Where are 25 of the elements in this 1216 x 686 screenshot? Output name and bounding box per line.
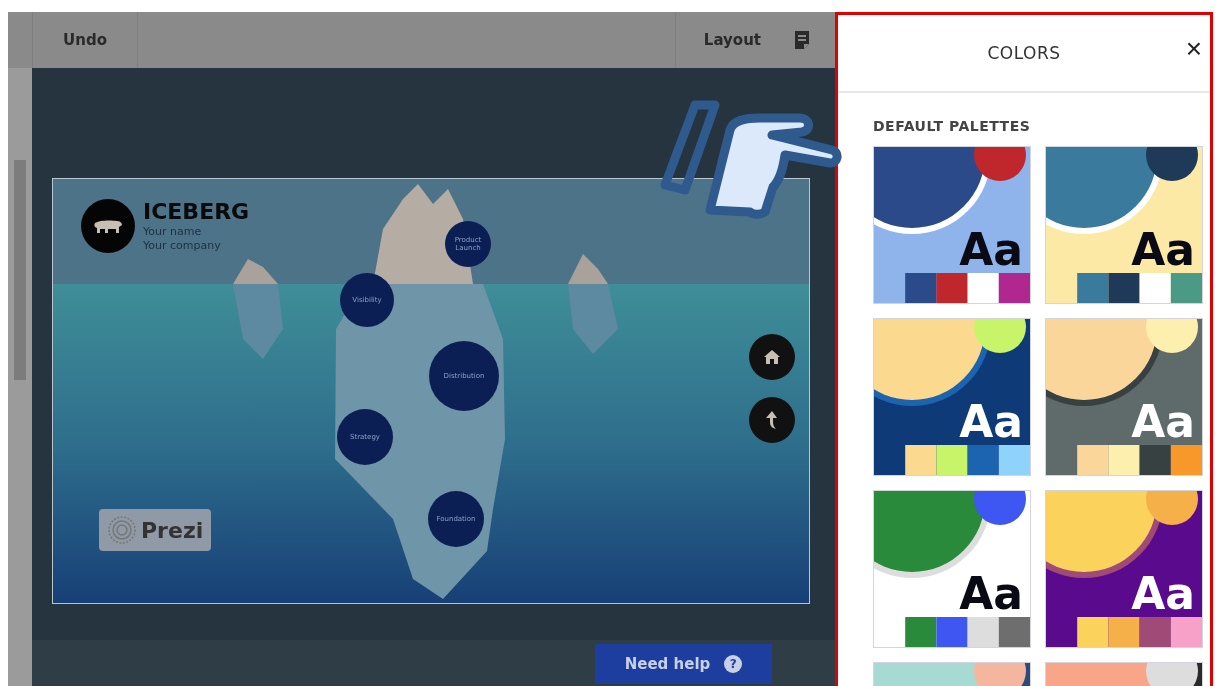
font-sample: Aa <box>959 224 1023 275</box>
scrollbar[interactable] <box>8 68 32 686</box>
layout-button[interactable]: Layout <box>675 12 775 68</box>
slide-title: ICEBERG <box>143 199 250 225</box>
slide-subtitle: Your company <box>143 239 222 253</box>
font-sample: Aa <box>1131 568 1195 619</box>
font-sample: Aa <box>959 568 1023 619</box>
help-icon: ? <box>724 655 743 673</box>
section-heading: DEFAULT PALETTES <box>873 118 1032 134</box>
palette-card[interactable]: Aa <box>873 146 1031 304</box>
font-sample: Aa <box>1131 396 1195 447</box>
badge-label: Prezi <box>141 517 204 543</box>
panel-title: COLORS <box>987 43 1061 63</box>
palette-card[interactable]: Aa <box>1045 146 1203 304</box>
need-help-button[interactable]: Need help ? <box>595 644 772 684</box>
slide-subtitle: Your name <box>143 225 203 239</box>
font-sample: Aa <box>1131 224 1195 275</box>
palette-card[interactable]: Aa <box>873 318 1031 476</box>
home-icon <box>763 348 781 366</box>
palette-card[interactable]: Aa <box>1045 490 1203 648</box>
prezi-logo-icon <box>107 515 137 545</box>
font-sample: Aa <box>959 396 1023 447</box>
palette-card[interactable]: Aa <box>873 490 1031 648</box>
palette-card[interactable]: Aa <box>1045 318 1203 476</box>
close-button[interactable]: × <box>1181 35 1206 63</box>
